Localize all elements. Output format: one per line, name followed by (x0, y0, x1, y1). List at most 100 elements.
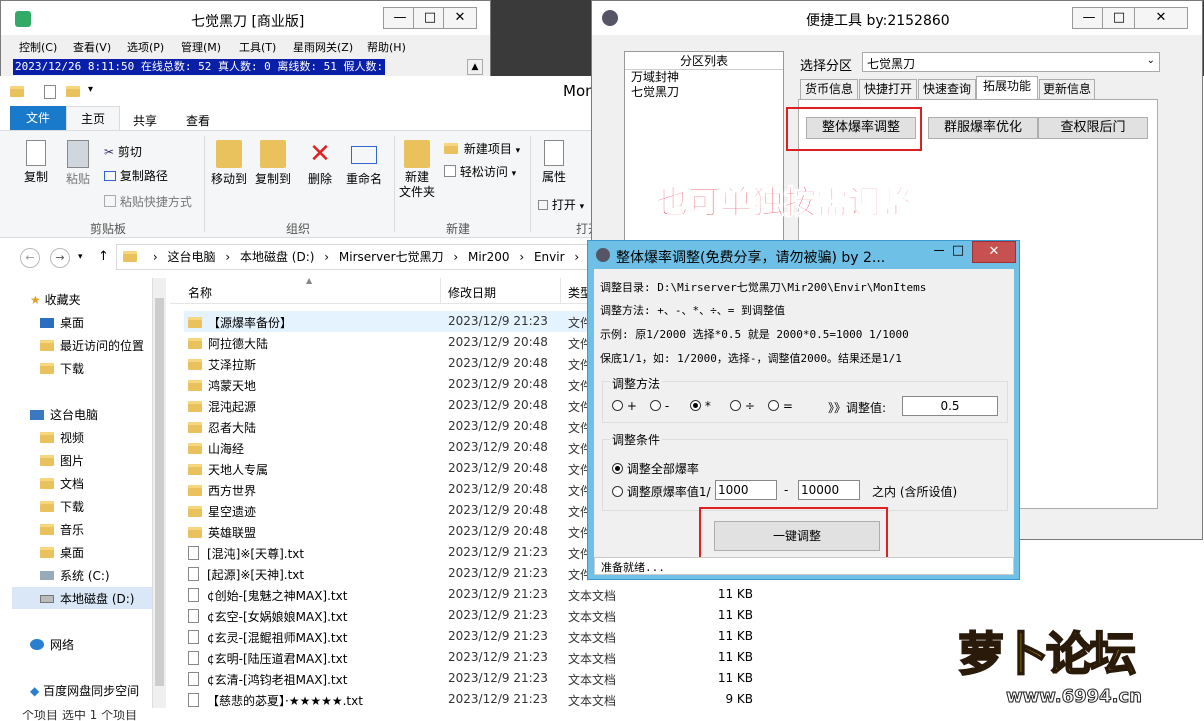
menu-view[interactable]: 查看(V) (73, 39, 111, 55)
menu-options[interactable]: 选项(P) (127, 39, 164, 55)
ribbon-tab-view[interactable]: 查看 (186, 112, 210, 129)
column-divider[interactable] (560, 278, 561, 304)
nav-drive-c[interactable]: 系统 (C:) (40, 567, 110, 584)
move-to-button[interactable]: 移动到 (208, 140, 250, 187)
easy-access-button[interactable]: 轻松访问 ▾ (444, 163, 516, 180)
range-from-input[interactable]: 1000 (715, 480, 777, 500)
table-row[interactable]: 山海经 2023/12/9 20:48 文件 (184, 437, 596, 458)
maximize-button[interactable]: □ (1102, 7, 1136, 29)
breadcrumb-this-pc[interactable]: 这台电脑 (167, 250, 215, 264)
value-input[interactable]: 0.5 (902, 396, 998, 416)
nav-downloads[interactable]: 下载 (40, 360, 84, 377)
table-row[interactable]: [混沌]※[天尊].txt 2023/12/9 21:23 文件 (184, 542, 596, 563)
close-button[interactable]: ✕ (972, 241, 1016, 263)
nav-favorites[interactable]: ★ 收藏夹 (30, 291, 81, 308)
table-row[interactable]: 【源爆率备份】 2023/12/9 21:23 文件 (184, 311, 596, 332)
nav-network[interactable]: 网络 (30, 636, 74, 653)
properties-icon[interactable] (44, 85, 56, 99)
new-item-button[interactable]: 新建项目 ▾ (444, 140, 520, 157)
range-to-input[interactable]: 10000 (798, 480, 860, 500)
nav-downloads2[interactable]: 下载 (40, 498, 84, 515)
table-row[interactable]: 【慈悲的苾夏】·★★★★★.txt 2023/12/9 21:23 文本文档 (184, 689, 616, 710)
table-row[interactable]: 阿拉德大陆 2023/12/9 20:48 文件 (184, 332, 596, 353)
breadcrumb-mir200[interactable]: Mir200 (468, 250, 510, 264)
op-multiply-radio[interactable]: * (690, 399, 711, 413)
ribbon-tab-share[interactable]: 共享 (133, 112, 157, 129)
tab-extensions[interactable]: 拓展功能 (976, 76, 1038, 100)
copy-button[interactable]: 复制 (16, 140, 56, 185)
nav-videos[interactable]: 视频 (40, 429, 84, 446)
nav-drive-d-item[interactable]: 本地磁盘 (D:) (40, 590, 134, 607)
delete-button[interactable]: ✕ 删除 (302, 140, 338, 187)
list-item[interactable]: 万域封神 (625, 70, 783, 85)
column-date[interactable]: 修改日期 (448, 284, 496, 301)
address-bar[interactable]: › 这台电脑 › 本地磁盘 (D:) › Mirserver七觉黑刀 › Mir… (116, 244, 596, 270)
table-row[interactable]: ¢创始-[鬼魅之神MAX].txt 2023/12/9 21:23 文本文档 (184, 584, 616, 605)
minimize-button[interactable]: — (1072, 7, 1106, 29)
nav-desktop[interactable]: 桌面 (40, 314, 84, 331)
tab-quick-query[interactable]: 快速查询 (918, 79, 976, 99)
breadcrumb-envir[interactable]: Envir (534, 250, 565, 264)
copy-path-button[interactable]: 复制路径 (104, 167, 168, 184)
menu-control[interactable]: 控制(C) (19, 39, 57, 55)
table-row[interactable]: 艾泽拉斯 2023/12/9 20:48 文件 (184, 353, 596, 374)
cond-all-radio[interactable]: 调整全部爆率 (612, 460, 699, 477)
cond-range-radio[interactable]: 调整原爆率值1/ (612, 483, 711, 500)
op-minus-radio[interactable]: - (650, 399, 669, 413)
table-row[interactable]: 鸿蒙天地 2023/12/9 20:48 文件 (184, 374, 596, 395)
partition-select[interactable]: 七觉黑刀 ⌄ (862, 52, 1160, 72)
menu-help[interactable]: 帮助(H) (367, 39, 406, 55)
copy-to-button[interactable]: 复制到 (252, 140, 294, 187)
nav-music[interactable]: 音乐 (40, 521, 84, 538)
breadcrumb-drive-d[interactable]: 本地磁盘 (D:) (240, 250, 314, 264)
table-row[interactable]: ¢玄灵-[混鲲祖师MAX].txt 2023/12/9 21:23 文本文档 (184, 626, 616, 647)
nav-pictures[interactable]: 图片 (40, 452, 84, 469)
quick-access-dropdown-icon[interactable]: ▾ (88, 84, 93, 95)
table-row[interactable]: 天地人专属 2023/12/9 20:48 文件 (184, 458, 596, 479)
new-folder-quick-icon[interactable] (66, 86, 80, 97)
op-plus-radio[interactable]: + (612, 399, 637, 413)
ribbon-tab-file[interactable]: 文件 (10, 106, 66, 130)
rename-button[interactable]: 重命名 (342, 140, 386, 187)
open-button[interactable]: 打开 ▾ (538, 196, 584, 213)
column-divider[interactable] (440, 278, 441, 304)
close-button[interactable]: ✕ (1134, 7, 1188, 29)
menu-manage[interactable]: 管理(M) (181, 39, 221, 55)
status-scroll[interactable]: ▲ (467, 59, 483, 75)
nav-baidu[interactable]: ◆ 百度网盘同步空间 (30, 682, 139, 699)
nav-recent[interactable]: 最近访问的位置 (40, 337, 144, 354)
nav-history-icon[interactable]: ▾ (78, 252, 83, 262)
nav-desktop2[interactable]: 桌面 (40, 544, 84, 561)
minimize-button[interactable]: — (383, 7, 417, 29)
nav-scrollbar[interactable] (152, 278, 166, 708)
table-row[interactable]: 英雄联盟 2023/12/9 20:48 文件 (184, 521, 596, 542)
nav-up-icon[interactable]: ↑ (98, 249, 109, 264)
nav-this-pc[interactable]: 这台电脑 (30, 406, 98, 423)
menu-tools[interactable]: 工具(T) (239, 39, 276, 55)
close-button[interactable]: ✕ (443, 7, 477, 29)
table-row[interactable]: [起源]※[天神].txt 2023/12/9 21:23 文件 (184, 563, 596, 584)
ribbon-tab-home[interactable]: 主页 (66, 106, 120, 131)
paste-button[interactable]: 粘贴 (58, 140, 98, 187)
group-drop-rate-button[interactable]: 群服爆率优化 (928, 117, 1038, 139)
breadcrumb-mirserver[interactable]: Mirserver七觉黑刀 (339, 250, 444, 264)
table-row[interactable]: 混沌起源 2023/12/9 20:48 文件 (184, 395, 596, 416)
tab-currency[interactable]: 货币信息 (800, 79, 858, 99)
table-row[interactable]: ¢玄清-[鸿钧老祖MAX].txt 2023/12/9 21:23 文本文档 (184, 668, 616, 689)
list-item[interactable]: 七觉黑刀 (625, 85, 783, 100)
properties-button[interactable]: 属性 (536, 140, 572, 185)
check-backdoor-button[interactable]: 查权限后门 (1038, 117, 1148, 139)
cut-button[interactable]: ✂ 剪切 (104, 143, 142, 160)
table-row[interactable]: ¢玄空-[女娲娘娘MAX].txt 2023/12/9 21:23 文本文档 (184, 605, 616, 626)
tab-quick-open[interactable]: 快捷打开 (859, 79, 917, 99)
new-folder-button[interactable]: 新建 文件夹 (396, 140, 438, 200)
maximize-button[interactable]: □ (413, 7, 447, 29)
menu-gateway[interactable]: 星雨网关(Z) (293, 39, 353, 55)
nav-documents[interactable]: 文档 (40, 475, 84, 492)
nav-back-button[interactable]: ← (20, 248, 40, 268)
column-name[interactable]: 名称 (188, 284, 212, 301)
table-row[interactable]: 忍者大陆 2023/12/9 20:48 文件 (184, 416, 596, 437)
table-row[interactable]: 星空遗迹 2023/12/9 20:48 文件 (184, 500, 596, 521)
nav-forward-button[interactable]: → (50, 248, 70, 268)
table-row[interactable]: 西方世界 2023/12/9 20:48 文件 (184, 479, 596, 500)
